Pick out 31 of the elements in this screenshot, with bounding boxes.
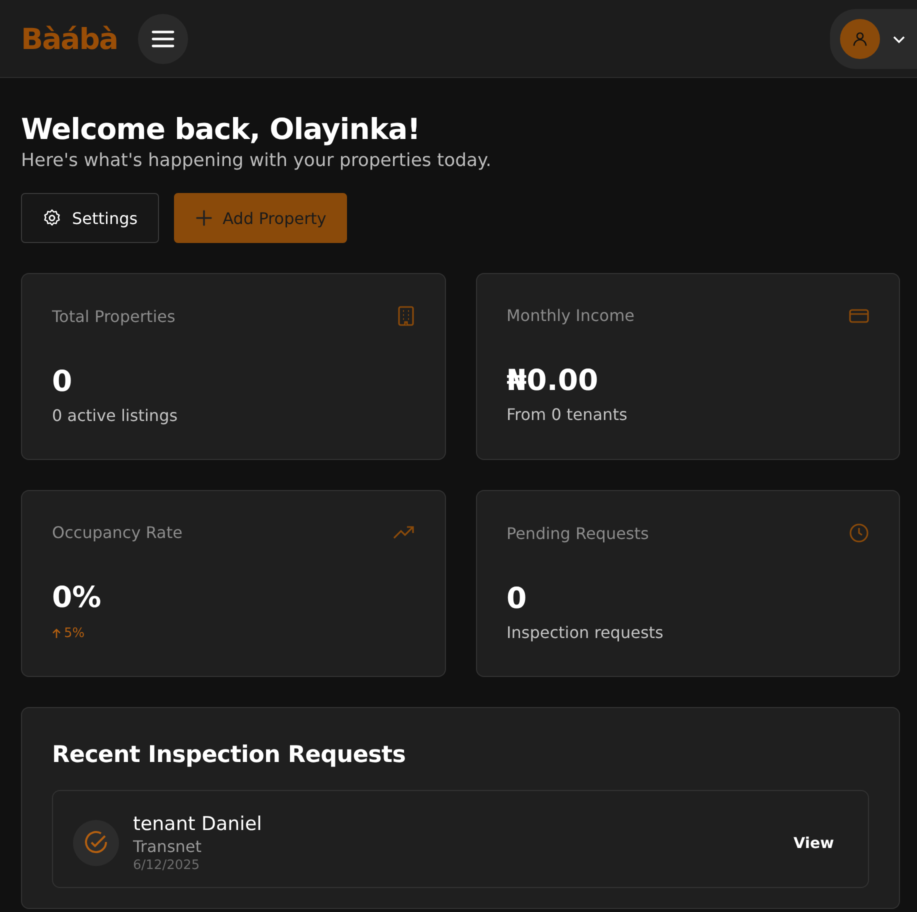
building-icon <box>396 306 414 326</box>
property-name: Transnet <box>133 837 203 856</box>
trend-percentage: 5% <box>64 626 85 641</box>
stat-value: ₦0.00 <box>506 363 600 397</box>
trending-up-icon <box>392 526 414 540</box>
stat-label: Monthly Income <box>506 306 635 325</box>
stat-label: Occupancy Rate <box>52 523 182 542</box>
user-menu-button[interactable] <box>830 8 917 68</box>
request-date: 6/12/2025 <box>133 858 201 873</box>
stat-label: Pending Requests <box>506 524 649 542</box>
stat-description: From 0 tenants <box>506 405 628 424</box>
stat-label: Total Properties <box>52 306 176 326</box>
check-circle-icon <box>73 820 119 866</box>
clock-icon <box>849 523 869 543</box>
stat-value: 0 <box>52 364 74 398</box>
section-title: Recent Inspection Requests <box>52 742 407 768</box>
stat-value: 0 <box>506 581 528 615</box>
settings-button[interactable]: Settings <box>21 193 159 243</box>
welcome-title: Welcome back, Olayinka! <box>21 112 421 146</box>
welcome-subtitle: Here's what's happening with your properties today. <box>21 150 492 171</box>
arrow-up-icon <box>52 628 61 639</box>
stat-description: 0 active listings <box>52 406 179 425</box>
settings-icon <box>42 208 62 228</box>
credit-card-icon <box>849 308 869 324</box>
stat-value: 0% <box>52 580 102 614</box>
person-icon <box>851 30 869 48</box>
tenant-name: tenant Daniel <box>133 813 263 835</box>
view-button[interactable]: View <box>779 828 848 858</box>
plus-icon <box>194 209 213 227</box>
stat-description: Inspection requests <box>506 623 664 642</box>
menu-icon <box>150 28 175 48</box>
